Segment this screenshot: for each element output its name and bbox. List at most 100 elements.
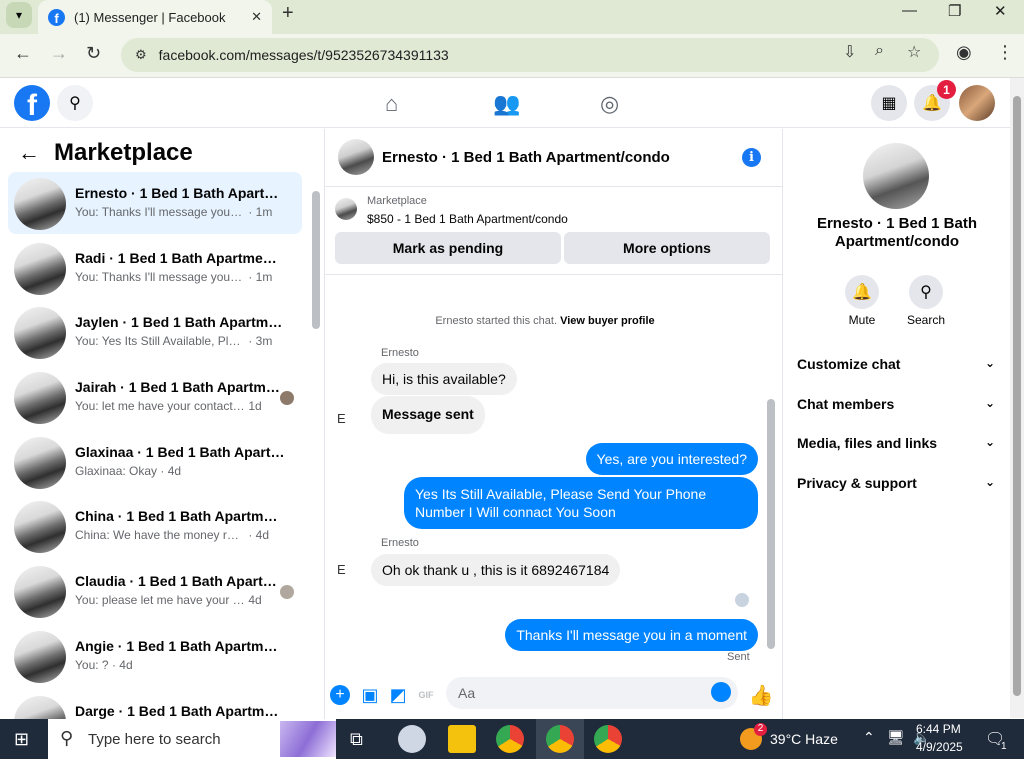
emoji-icon[interactable] [711, 682, 731, 702]
taskbar-search-placeholder: Type here to search [88, 731, 221, 748]
conversation-name: Ernesto · 1 Bed 1 Bath Apartment/condo [75, 185, 285, 201]
sticky-notes-icon[interactable] [448, 725, 476, 753]
conversation-preview: China: We have the money ready! [75, 528, 245, 542]
conversation-item[interactable]: China · 1 Bed 1 Bath Apartment/condo Chi… [8, 495, 302, 557]
chrome-icon[interactable] [496, 725, 524, 753]
chat-header: Ernesto · 1 Bed 1 Bath Apartment/condo i [325, 129, 782, 187]
minimize-icon[interactable]: — [902, 2, 917, 19]
conversation-item[interactable]: Glaxinaa · 1 Bed 1 Bath Apartment/condo … [8, 431, 302, 493]
back-arrow-icon[interactable]: ← [18, 140, 40, 166]
clock-time[interactable]: 6:44 PM [916, 722, 961, 736]
conversation-item[interactable]: Jairah · 1 Bed 1 Bath Apartment/condo Yo… [8, 366, 302, 428]
chrome-icon[interactable] [594, 725, 622, 753]
chat-scrollbar[interactable] [766, 279, 776, 659]
network-icon[interactable]: 🖥 [887, 729, 905, 746]
listing-thumbnail [14, 372, 66, 424]
chrome-icon[interactable] [546, 725, 574, 753]
restore-icon[interactable]: ❐ [948, 2, 961, 20]
zoom-icon[interactable]: ⌕ [875, 42, 884, 60]
sent-status: Sent [727, 651, 750, 663]
groups-icon[interactable]: ◎ [600, 91, 619, 117]
listing-price[interactable]: $850 - 1 Bed 1 Bath Apartment/condo [367, 212, 568, 226]
app-icon[interactable] [398, 725, 426, 753]
gif-icon[interactable]: GIF [416, 685, 436, 705]
sticker-icon[interactable]: ◩ [388, 685, 408, 705]
home-icon[interactable]: ⌂ [385, 91, 398, 117]
chat-members-section[interactable]: Chat members ⌄ [797, 396, 997, 412]
info-icon[interactable]: i [742, 148, 761, 167]
message-input[interactable]: Aa [446, 677, 738, 709]
section-label: Privacy & support [797, 475, 917, 491]
conversation-item[interactable]: Angie · 1 Bed 1 Bath Apartment/condo You… [8, 625, 302, 687]
windows-start-icon[interactable]: ⊞ [14, 729, 29, 750]
forward-arrow-icon[interactable]: → [50, 43, 68, 64]
clock-date[interactable]: 4/9/2025 [916, 740, 963, 754]
install-app-icon[interactable]: ⇩ [843, 42, 856, 62]
media-files-section[interactable]: Media, files and links ⌄ [797, 435, 997, 451]
facebook-header: f ⚲ ⌂ 👥 ◎ ▦ 🔔 [0, 78, 1010, 128]
account-avatar[interactable] [959, 85, 995, 121]
photo-icon[interactable]: ▣ [360, 685, 380, 705]
site-info-icon[interactable]: ⚙ [135, 47, 147, 63]
conversation-list-scrollbar[interactable] [311, 177, 321, 717]
tab-title: (1) Messenger | Facebook [74, 9, 226, 25]
profile-icon[interactable]: ◉ [956, 42, 972, 63]
view-buyer-profile-link[interactable]: View buyer profile [560, 315, 655, 327]
task-view-icon[interactable]: ⧉ [350, 729, 363, 750]
conversation-item[interactable]: Ernesto · 1 Bed 1 Bath Apartment/condo Y… [8, 172, 302, 234]
sender-name: Ernesto [381, 537, 419, 549]
back-arrow-icon[interactable]: ← [14, 43, 32, 64]
address-bar[interactable]: ⚙ facebook.com/messages/t/95235267343911… [121, 38, 939, 72]
search-icon[interactable]: ⚲ [909, 275, 943, 309]
conversation-time: · 3m [248, 334, 273, 348]
add-icon[interactable]: + [330, 685, 350, 705]
conversation-time: · 4d [248, 528, 270, 542]
conversation-item[interactable]: Claudia · 1 Bed 1 Bath Apartment/condo Y… [8, 560, 302, 622]
facebook-favicon-icon: f [48, 8, 65, 26]
new-tab-icon[interactable]: + [282, 2, 294, 25]
customize-chat-section[interactable]: Customize chat ⌄ [797, 356, 997, 372]
outgoing-message: Yes Its Still Available, Please Send You… [404, 477, 758, 529]
chat-avatar[interactable] [338, 139, 374, 175]
conversation-preview: You: Yes Its Still Available, Please Sen… [75, 334, 245, 348]
conversation-item[interactable]: Darge · 1 Bed 1 Bath Apartment/condo [8, 690, 302, 719]
listing-thumbnail[interactable] [335, 198, 357, 220]
bookmark-star-icon[interactable]: ☆ [907, 42, 921, 62]
conversation-preview: You: let me have your contact number [75, 399, 245, 413]
show-hidden-icons-icon[interactable]: ⌃ [863, 729, 875, 746]
contact-avatar[interactable] [863, 143, 929, 209]
weather-text[interactable]: 39°C Haze [770, 731, 838, 747]
listing-thumbnail [14, 631, 66, 683]
incoming-message: Hi, is this available? [371, 363, 517, 395]
tab-search-button[interactable]: ▾ [6, 2, 32, 28]
unicorn-illustration [280, 721, 336, 757]
privacy-support-section[interactable]: Privacy & support ⌄ [797, 475, 997, 491]
friends-icon[interactable]: 👥 [493, 91, 520, 117]
more-options-button[interactable]: More options [564, 232, 770, 264]
tab-close-icon[interactable]: ✕ [251, 9, 262, 25]
mark-as-pending-button[interactable]: Mark as pending [335, 232, 561, 264]
conversation-item[interactable]: Radi · 1 Bed 1 Bath Apartment/condo You:… [8, 237, 302, 299]
search-icon[interactable]: ⚲ [57, 85, 93, 121]
page-scrollbar[interactable] [1010, 78, 1024, 718]
taskbar-search[interactable]: ⚲ Type here to search [48, 719, 336, 759]
window-close-icon[interactable]: ✕ [994, 2, 1007, 20]
seen-avatar [280, 391, 294, 405]
sender-name: Ernesto [381, 347, 419, 359]
browser-tab[interactable]: f (1) Messenger | Facebook ✕ [38, 0, 272, 34]
chevron-down-icon: ⌄ [984, 475, 995, 489]
conversation-item[interactable]: Jaylen · 1 Bed 1 Bath Apartment/condo Yo… [8, 301, 302, 363]
outgoing-message: Thanks I'll message you in a moment [505, 619, 758, 651]
listing-thumbnail [14, 307, 66, 359]
message-placeholder: Aa [458, 685, 476, 701]
like-thumb-icon[interactable]: 👍 [749, 685, 774, 707]
section-label: Media, files and links [797, 435, 938, 451]
reload-icon[interactable]: ↻ [86, 43, 101, 64]
system-message: Ernesto started this chat. View buyer pr… [325, 315, 765, 327]
menu-grid-icon[interactable]: ▦ [871, 85, 907, 121]
mute-bell-icon[interactable]: 🔔 [845, 275, 879, 309]
chevron-down-icon: ▾ [15, 8, 23, 22]
chat-title[interactable]: Ernesto · 1 Bed 1 Bath Apartment/condo [382, 149, 670, 166]
menu-kebab-icon[interactable]: ⋮ [996, 42, 1014, 63]
facebook-logo-icon[interactable]: f [14, 85, 50, 121]
